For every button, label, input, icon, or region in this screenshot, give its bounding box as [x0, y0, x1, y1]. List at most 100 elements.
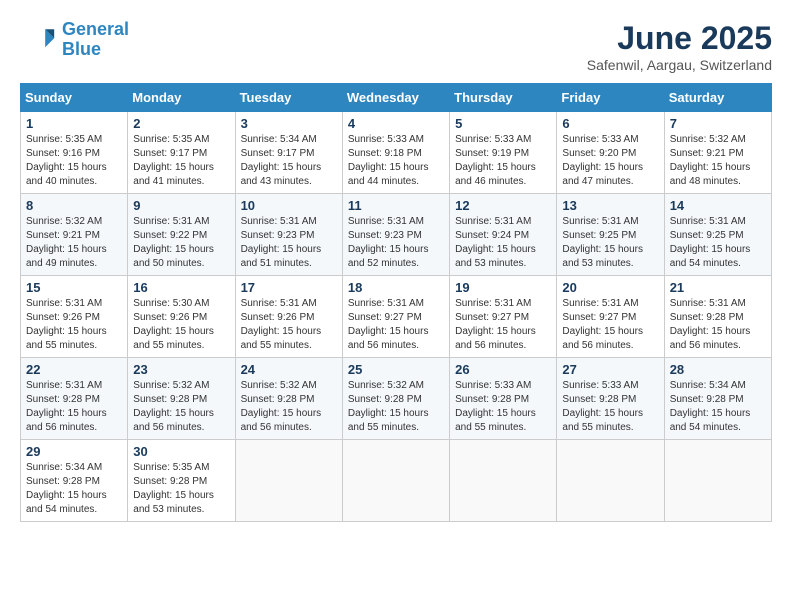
day-number: 21 — [670, 280, 766, 295]
table-row: 3 Sunrise: 5:34 AM Sunset: 9:17 PM Dayli… — [235, 112, 342, 194]
logo-text: General Blue — [62, 20, 129, 60]
header-sunday: Sunday — [21, 84, 128, 112]
logo: General Blue — [20, 20, 129, 60]
table-row: 4 Sunrise: 5:33 AM Sunset: 9:18 PM Dayli… — [342, 112, 449, 194]
calendar-week-row: 29 Sunrise: 5:34 AM Sunset: 9:28 PM Dayl… — [21, 440, 772, 522]
table-row: 9 Sunrise: 5:31 AM Sunset: 9:22 PM Dayli… — [128, 194, 235, 276]
day-info: Sunrise: 5:31 AM Sunset: 9:26 PM Dayligh… — [26, 297, 122, 353]
header-wednesday: Wednesday — [342, 84, 449, 112]
day-info: Sunrise: 5:31 AM Sunset: 9:28 PM Dayligh… — [26, 379, 122, 435]
day-number: 2 — [133, 116, 229, 131]
header: General Blue June 2025 Safenwil, Aargau,… — [20, 20, 772, 73]
weekday-header-row: Sunday Monday Tuesday Wednesday Thursday… — [21, 84, 772, 112]
table-row — [235, 440, 342, 522]
table-row: 17 Sunrise: 5:31 AM Sunset: 9:26 PM Dayl… — [235, 276, 342, 358]
table-row — [342, 440, 449, 522]
table-row: 22 Sunrise: 5:31 AM Sunset: 9:28 PM Dayl… — [21, 358, 128, 440]
day-info: Sunrise: 5:31 AM Sunset: 9:26 PM Dayligh… — [241, 297, 337, 353]
day-info: Sunrise: 5:34 AM Sunset: 9:28 PM Dayligh… — [670, 379, 766, 435]
table-row: 5 Sunrise: 5:33 AM Sunset: 9:19 PM Dayli… — [450, 112, 557, 194]
day-number: 23 — [133, 362, 229, 377]
day-number: 25 — [348, 362, 444, 377]
day-info: Sunrise: 5:30 AM Sunset: 9:26 PM Dayligh… — [133, 297, 229, 353]
day-number: 18 — [348, 280, 444, 295]
day-info: Sunrise: 5:31 AM Sunset: 9:25 PM Dayligh… — [562, 215, 658, 271]
day-info: Sunrise: 5:33 AM Sunset: 9:18 PM Dayligh… — [348, 133, 444, 189]
day-info: Sunrise: 5:31 AM Sunset: 9:27 PM Dayligh… — [562, 297, 658, 353]
day-number: 22 — [26, 362, 122, 377]
day-number: 12 — [455, 198, 551, 213]
day-info: Sunrise: 5:33 AM Sunset: 9:20 PM Dayligh… — [562, 133, 658, 189]
table-row: 29 Sunrise: 5:34 AM Sunset: 9:28 PM Dayl… — [21, 440, 128, 522]
day-number: 1 — [26, 116, 122, 131]
day-number: 11 — [348, 198, 444, 213]
day-info: Sunrise: 5:33 AM Sunset: 9:28 PM Dayligh… — [455, 379, 551, 435]
logo-line2: Blue — [62, 39, 101, 59]
day-number: 6 — [562, 116, 658, 131]
table-row: 16 Sunrise: 5:30 AM Sunset: 9:26 PM Dayl… — [128, 276, 235, 358]
calendar-week-row: 22 Sunrise: 5:31 AM Sunset: 9:28 PM Dayl… — [21, 358, 772, 440]
day-number: 3 — [241, 116, 337, 131]
day-info: Sunrise: 5:32 AM Sunset: 9:28 PM Dayligh… — [241, 379, 337, 435]
table-row: 30 Sunrise: 5:35 AM Sunset: 9:28 PM Dayl… — [128, 440, 235, 522]
day-info: Sunrise: 5:32 AM Sunset: 9:21 PM Dayligh… — [670, 133, 766, 189]
calendar-subtitle: Safenwil, Aargau, Switzerland — [587, 57, 772, 73]
day-number: 14 — [670, 198, 766, 213]
day-number: 20 — [562, 280, 658, 295]
table-row: 28 Sunrise: 5:34 AM Sunset: 9:28 PM Dayl… — [664, 358, 771, 440]
day-number: 5 — [455, 116, 551, 131]
table-row — [664, 440, 771, 522]
calendar-title: June 2025 — [587, 20, 772, 57]
day-number: 13 — [562, 198, 658, 213]
table-row: 19 Sunrise: 5:31 AM Sunset: 9:27 PM Dayl… — [450, 276, 557, 358]
day-info: Sunrise: 5:32 AM Sunset: 9:28 PM Dayligh… — [133, 379, 229, 435]
table-row: 7 Sunrise: 5:32 AM Sunset: 9:21 PM Dayli… — [664, 112, 771, 194]
day-number: 30 — [133, 444, 229, 459]
day-info: Sunrise: 5:31 AM Sunset: 9:27 PM Dayligh… — [348, 297, 444, 353]
table-row: 26 Sunrise: 5:33 AM Sunset: 9:28 PM Dayl… — [450, 358, 557, 440]
day-number: 24 — [241, 362, 337, 377]
day-number: 15 — [26, 280, 122, 295]
table-row: 2 Sunrise: 5:35 AM Sunset: 9:17 PM Dayli… — [128, 112, 235, 194]
calendar-week-row: 1 Sunrise: 5:35 AM Sunset: 9:16 PM Dayli… — [21, 112, 772, 194]
table-row — [557, 440, 664, 522]
day-info: Sunrise: 5:35 AM Sunset: 9:28 PM Dayligh… — [133, 461, 229, 517]
day-number: 19 — [455, 280, 551, 295]
day-info: Sunrise: 5:31 AM Sunset: 9:22 PM Dayligh… — [133, 215, 229, 271]
table-row: 24 Sunrise: 5:32 AM Sunset: 9:28 PM Dayl… — [235, 358, 342, 440]
day-info: Sunrise: 5:31 AM Sunset: 9:24 PM Dayligh… — [455, 215, 551, 271]
day-number: 28 — [670, 362, 766, 377]
day-info: Sunrise: 5:31 AM Sunset: 9:23 PM Dayligh… — [348, 215, 444, 271]
calendar-week-row: 8 Sunrise: 5:32 AM Sunset: 9:21 PM Dayli… — [21, 194, 772, 276]
table-row: 21 Sunrise: 5:31 AM Sunset: 9:28 PM Dayl… — [664, 276, 771, 358]
table-row: 12 Sunrise: 5:31 AM Sunset: 9:24 PM Dayl… — [450, 194, 557, 276]
day-info: Sunrise: 5:35 AM Sunset: 9:16 PM Dayligh… — [26, 133, 122, 189]
day-number: 16 — [133, 280, 229, 295]
header-saturday: Saturday — [664, 84, 771, 112]
day-info: Sunrise: 5:33 AM Sunset: 9:19 PM Dayligh… — [455, 133, 551, 189]
header-monday: Monday — [128, 84, 235, 112]
day-number: 4 — [348, 116, 444, 131]
day-number: 26 — [455, 362, 551, 377]
table-row — [450, 440, 557, 522]
day-info: Sunrise: 5:34 AM Sunset: 9:17 PM Dayligh… — [241, 133, 337, 189]
table-row: 11 Sunrise: 5:31 AM Sunset: 9:23 PM Dayl… — [342, 194, 449, 276]
table-row: 6 Sunrise: 5:33 AM Sunset: 9:20 PM Dayli… — [557, 112, 664, 194]
calendar-table: Sunday Monday Tuesday Wednesday Thursday… — [20, 83, 772, 522]
day-number: 27 — [562, 362, 658, 377]
table-row: 15 Sunrise: 5:31 AM Sunset: 9:26 PM Dayl… — [21, 276, 128, 358]
table-row: 14 Sunrise: 5:31 AM Sunset: 9:25 PM Dayl… — [664, 194, 771, 276]
day-number: 8 — [26, 198, 122, 213]
table-row: 25 Sunrise: 5:32 AM Sunset: 9:28 PM Dayl… — [342, 358, 449, 440]
day-number: 9 — [133, 198, 229, 213]
table-row: 10 Sunrise: 5:31 AM Sunset: 9:23 PM Dayl… — [235, 194, 342, 276]
logo-icon — [20, 22, 56, 58]
day-info: Sunrise: 5:31 AM Sunset: 9:28 PM Dayligh… — [670, 297, 766, 353]
table-row: 20 Sunrise: 5:31 AM Sunset: 9:27 PM Dayl… — [557, 276, 664, 358]
day-info: Sunrise: 5:34 AM Sunset: 9:28 PM Dayligh… — [26, 461, 122, 517]
day-info: Sunrise: 5:32 AM Sunset: 9:28 PM Dayligh… — [348, 379, 444, 435]
table-row: 18 Sunrise: 5:31 AM Sunset: 9:27 PM Dayl… — [342, 276, 449, 358]
header-friday: Friday — [557, 84, 664, 112]
table-row: 23 Sunrise: 5:32 AM Sunset: 9:28 PM Dayl… — [128, 358, 235, 440]
day-number: 17 — [241, 280, 337, 295]
